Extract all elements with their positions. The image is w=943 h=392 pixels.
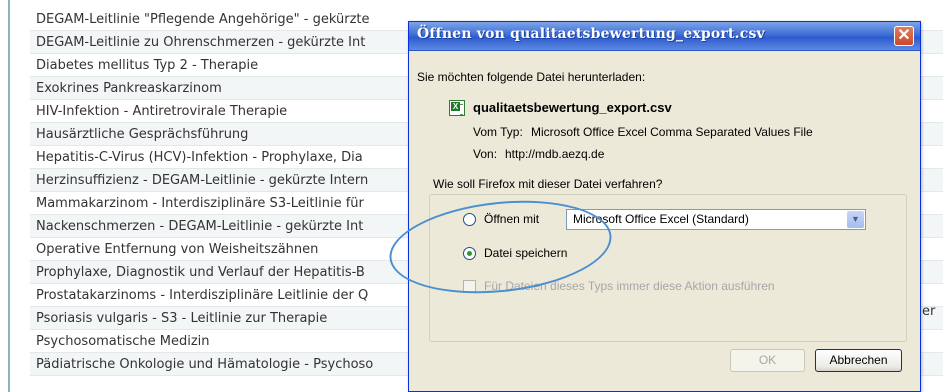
cancel-button[interactable]: Abbrechen: [815, 349, 902, 372]
download-filename: qualitaetsbewertung_export.csv: [473, 100, 672, 115]
open-with-app-select[interactable]: Microsoft Office Excel (Standard) ▼: [566, 209, 866, 230]
excel-file-icon: X: [449, 100, 465, 116]
dialog-titlebar[interactable]: Öffnen von qualitaetsbewertung_export.cs…: [409, 22, 920, 51]
dialog-intro: Sie möchten folgende Datei herunterladen…: [417, 70, 646, 84]
dialog-title: Öffnen von qualitaetsbewertung_export.cs…: [417, 26, 765, 42]
page-left-border: [0, 0, 10, 392]
save-file-label[interactable]: Datei speichern: [484, 246, 567, 260]
file-source-value: http://mdb.aezq.de: [505, 147, 605, 161]
open-with-radio[interactable]: [463, 213, 476, 226]
page-text-fragment: er: [922, 304, 936, 319]
chevron-down-icon[interactable]: ▼: [847, 211, 864, 228]
open-with-label[interactable]: Öffnen mit: [484, 212, 539, 226]
action-question: Wie soll Firefox mit dieser Datei verfah…: [430, 177, 666, 191]
download-dialog: Öffnen von qualitaetsbewertung_export.cs…: [408, 21, 921, 392]
file-type-label: Vom Typ:: [473, 125, 523, 139]
open-with-app-value: Microsoft Office Excel (Standard): [573, 212, 749, 226]
save-file-radio[interactable]: [463, 247, 476, 260]
remember-label: Für Dateien dieses Typs immer diese Akti…: [484, 279, 775, 293]
ok-button[interactable]: OK: [730, 349, 805, 372]
file-source-label: Von:: [473, 147, 498, 161]
file-type-value: Microsoft Office Excel Comma Separated V…: [531, 125, 813, 139]
close-icon: ✕: [897, 27, 911, 44]
remember-checkbox[interactable]: [463, 280, 476, 293]
close-button[interactable]: ✕: [894, 26, 914, 46]
